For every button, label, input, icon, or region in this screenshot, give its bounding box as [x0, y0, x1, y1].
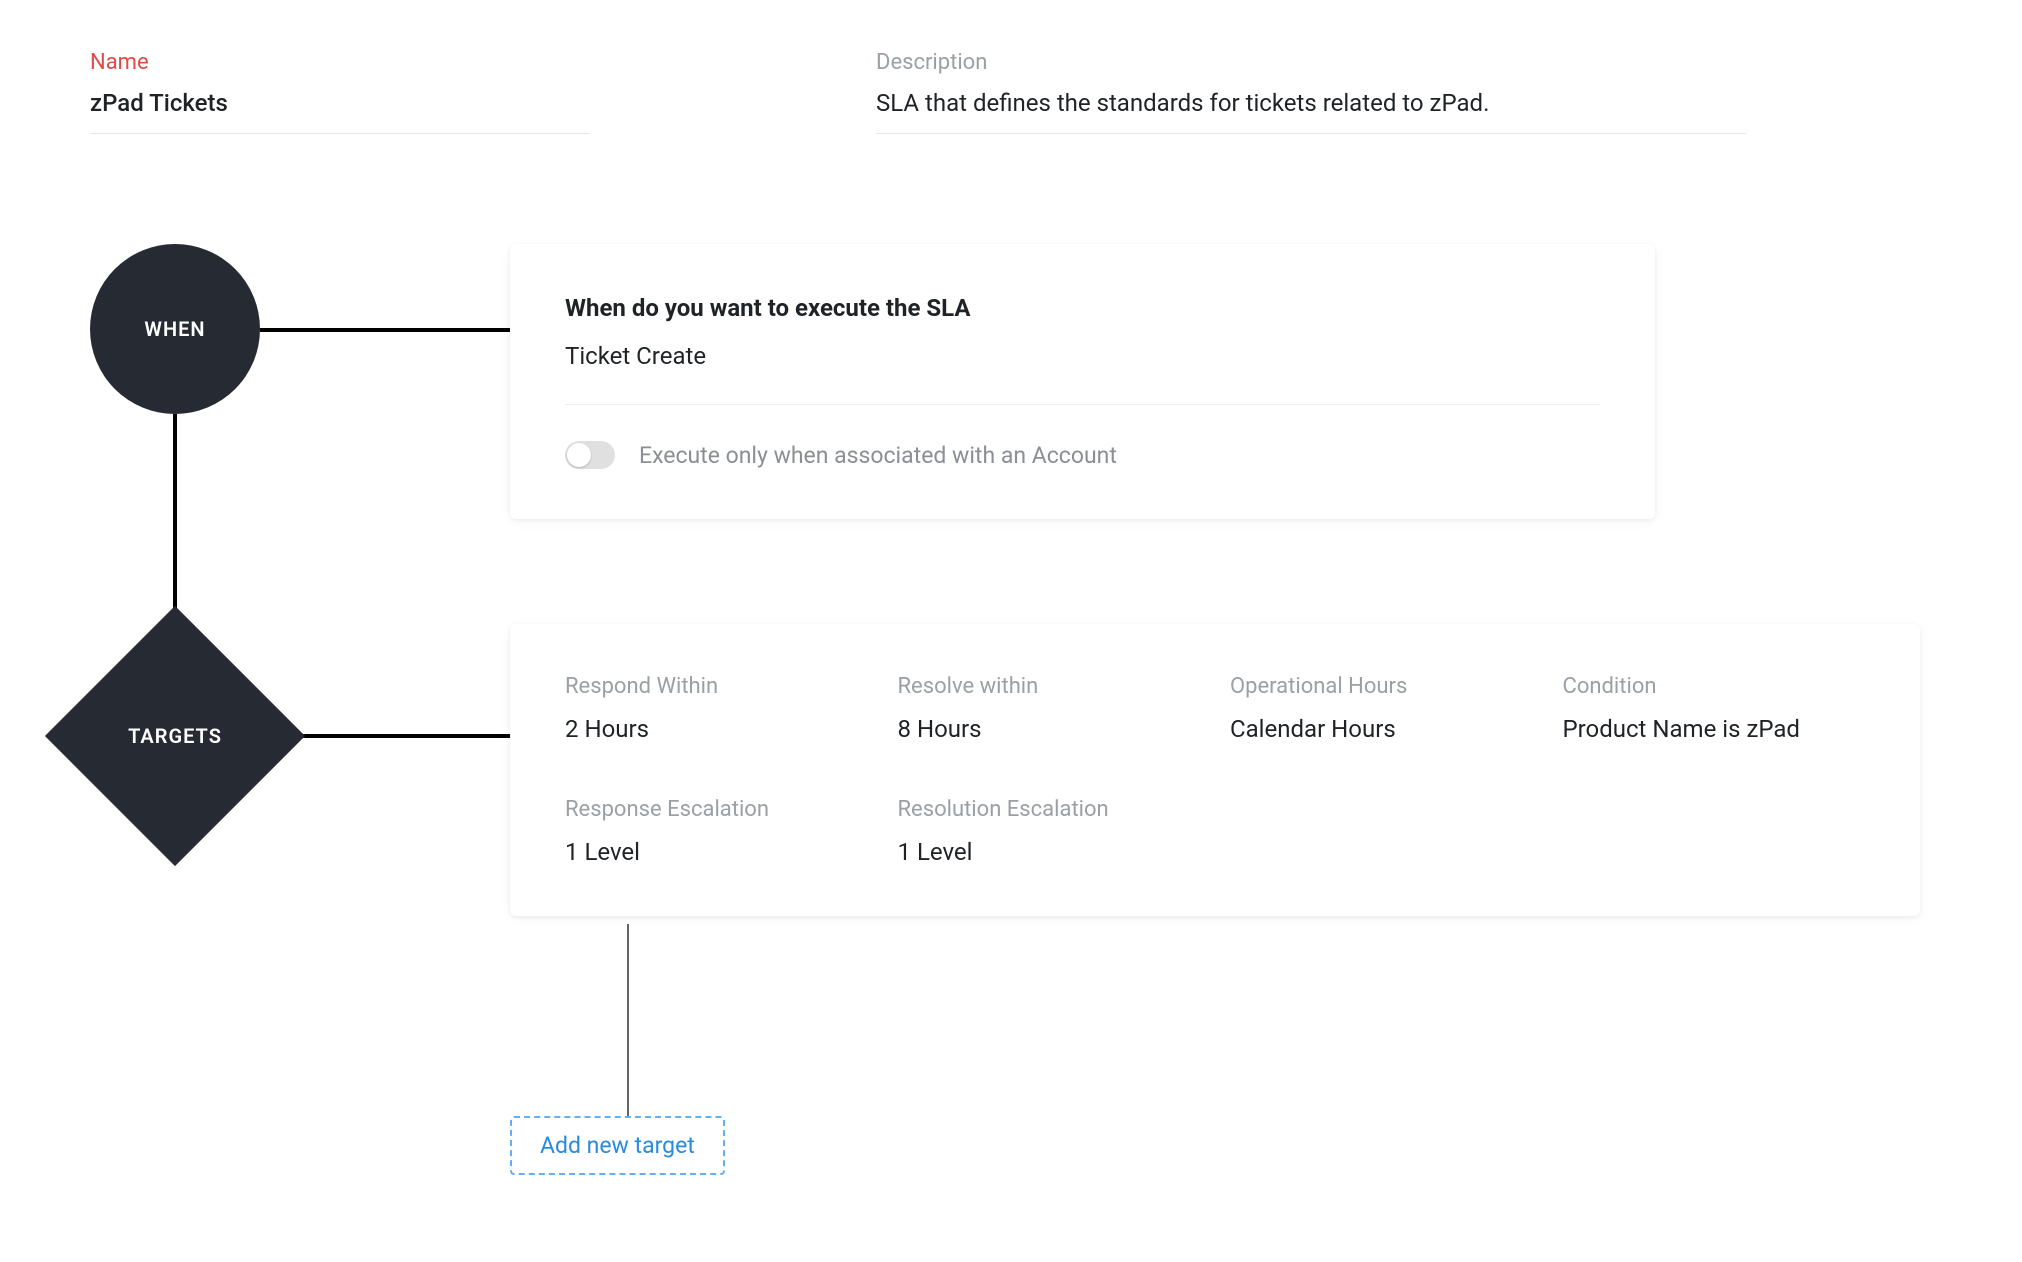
resolve-within-value: 8 Hours: [898, 715, 1201, 743]
sla-diagram: WHEN TARGETS When do you want to execute…: [90, 244, 1932, 1194]
connector-line: [627, 924, 629, 1124]
operational-hours-value: Calendar Hours: [1230, 715, 1533, 743]
response-escalation-cell: Response Escalation 1 Level: [565, 797, 868, 866]
when-card-value: Ticket Create: [565, 342, 1600, 405]
respond-within-value: 2 Hours: [565, 715, 868, 743]
resolution-escalation-label: Resolution Escalation: [898, 797, 1201, 822]
account-toggle-label: Execute only when associated with an Acc…: [639, 442, 1117, 469]
resolve-within-label: Resolve within: [898, 674, 1201, 699]
operational-hours-label: Operational Hours: [1230, 674, 1533, 699]
connector-line: [290, 734, 510, 738]
when-node-label: WHEN: [144, 317, 205, 341]
name-label: Name: [90, 50, 590, 75]
name-field: Name zPad Tickets: [90, 50, 590, 134]
resolution-escalation-cell: Resolution Escalation 1 Level: [898, 797, 1201, 866]
when-card[interactable]: When do you want to execute the SLA Tick…: [510, 244, 1655, 519]
condition-label: Condition: [1563, 674, 1866, 699]
when-card-title: When do you want to execute the SLA: [565, 294, 1600, 322]
targets-card[interactable]: Respond Within 2 Hours Resolve within 8 …: [510, 624, 1920, 916]
resolve-within-cell: Resolve within 8 Hours: [898, 674, 1201, 743]
condition-cell: Condition Product Name is zPad: [1563, 674, 1866, 743]
account-toggle-row: Execute only when associated with an Acc…: [565, 441, 1600, 469]
add-new-target-button[interactable]: Add new target: [510, 1116, 725, 1175]
respond-within-label: Respond Within: [565, 674, 868, 699]
targets-grid: Respond Within 2 Hours Resolve within 8 …: [565, 674, 1865, 866]
condition-value: Product Name is zPad: [1563, 715, 1866, 743]
header-row: Name zPad Tickets Description SLA that d…: [90, 50, 1932, 134]
response-escalation-value: 1 Level: [565, 838, 868, 866]
add-new-target-label: Add new target: [540, 1132, 695, 1159]
targets-node-label: TARGETS: [128, 724, 222, 748]
operational-hours-cell: Operational Hours Calendar Hours: [1230, 674, 1533, 743]
targets-node[interactable]: TARGETS: [45, 606, 305, 866]
description-field: Description SLA that defines the standar…: [876, 50, 1746, 134]
connector-line: [260, 328, 510, 332]
account-toggle[interactable]: [565, 441, 615, 469]
description-value[interactable]: SLA that defines the standards for ticke…: [876, 89, 1746, 134]
resolution-escalation-value: 1 Level: [898, 838, 1201, 866]
respond-within-cell: Respond Within 2 Hours: [565, 674, 868, 743]
when-node[interactable]: WHEN: [90, 244, 260, 414]
description-label: Description: [876, 50, 1746, 75]
name-value[interactable]: zPad Tickets: [90, 89, 590, 134]
response-escalation-label: Response Escalation: [565, 797, 868, 822]
